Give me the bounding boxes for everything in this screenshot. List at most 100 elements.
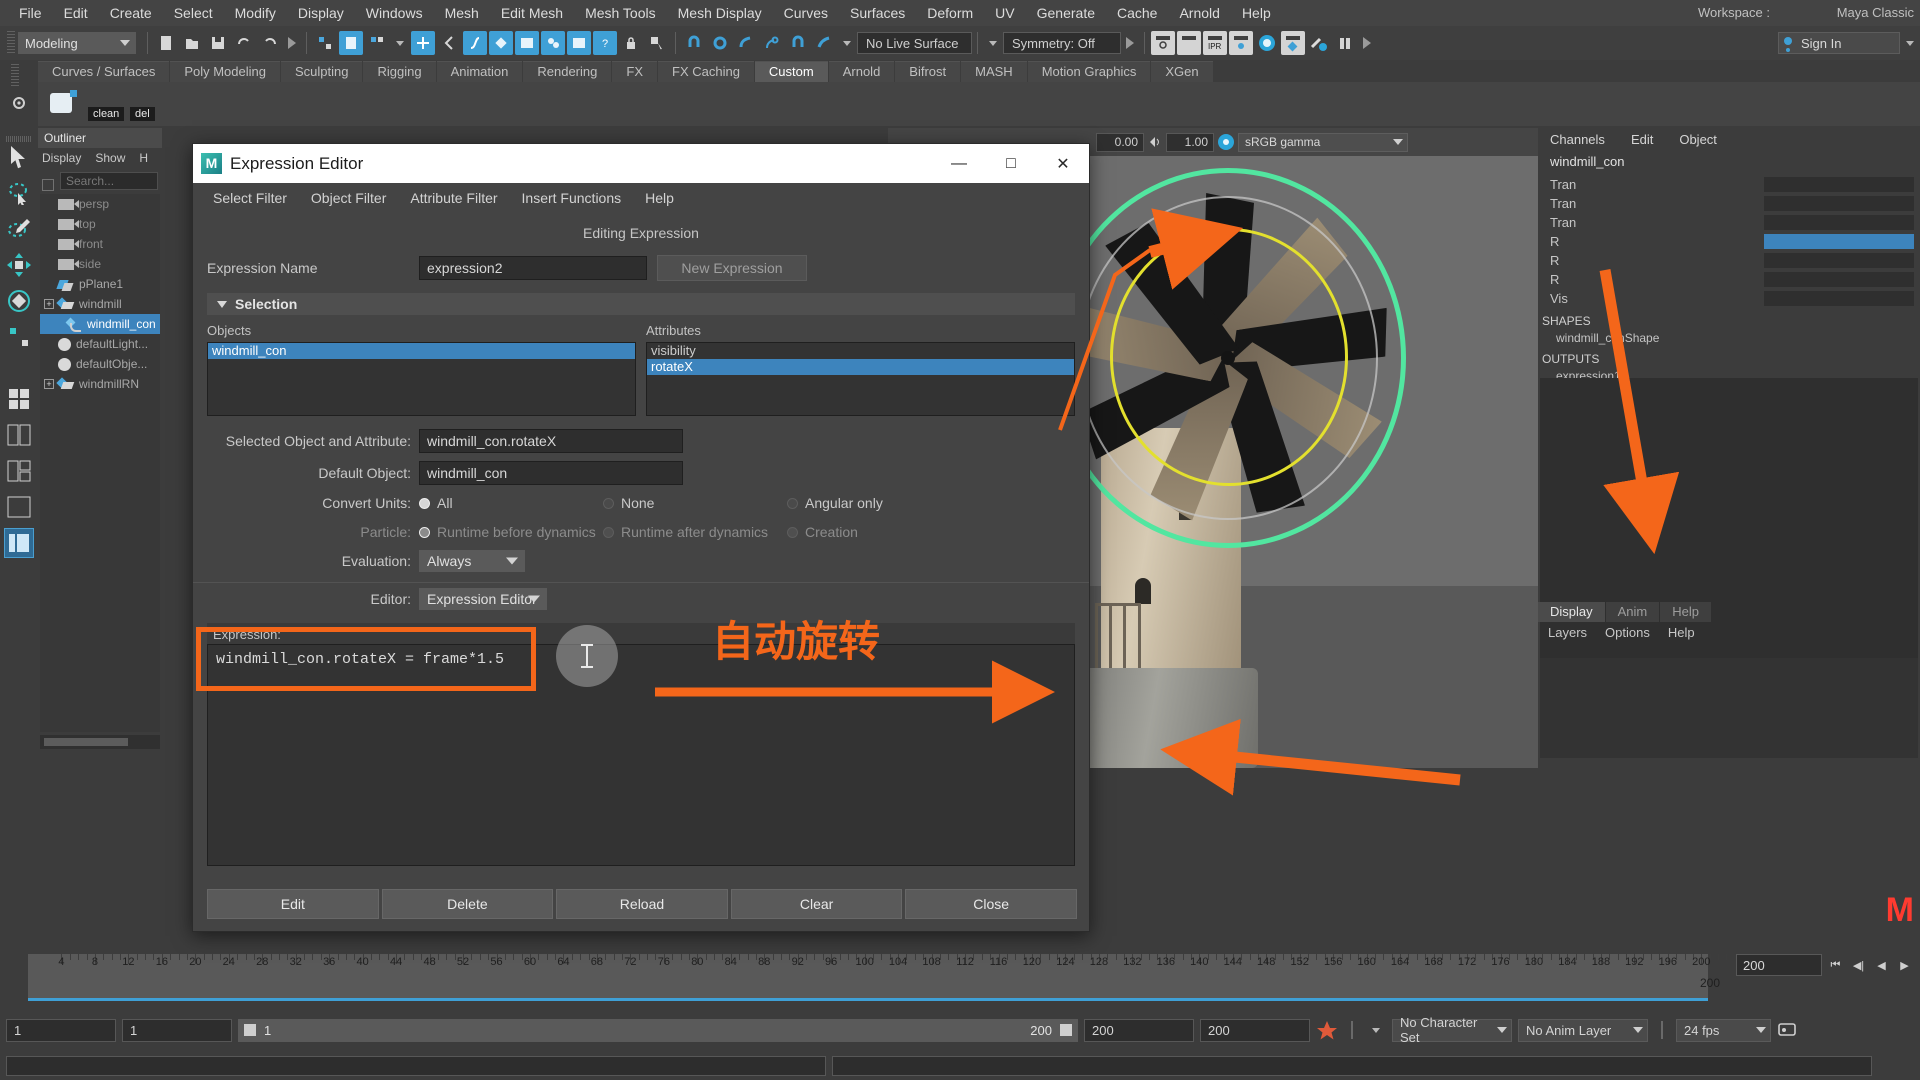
chevron-down-icon[interactable] — [1906, 40, 1914, 46]
select-tool-icon[interactable] — [4, 142, 34, 172]
select-by-hierarchy-icon[interactable] — [313, 31, 337, 55]
dialog-menu-help[interactable]: Help — [633, 190, 686, 206]
evaluation-dropdown[interactable]: Always — [419, 550, 525, 572]
shelf-tab-rigging[interactable]: Rigging — [363, 61, 436, 82]
menu-item-curves[interactable]: Curves — [773, 0, 839, 26]
outliner-item-windmill[interactable]: + windmill — [40, 294, 160, 314]
shelf-tab-curves-surfaces[interactable]: Curves / Surfaces — [38, 61, 170, 82]
range-handle-left-icon[interactable] — [244, 1024, 256, 1036]
menu-item-select[interactable]: Select — [163, 0, 224, 26]
shelf-tab-arnold[interactable]: Arnold — [828, 61, 895, 82]
range-start-field[interactable]: 1 — [6, 1018, 116, 1042]
shelf-grip[interactable] — [11, 64, 19, 88]
expression-textarea[interactable]: windmill_con.rotateX = frame*1.5 — [207, 644, 1075, 866]
snap-togglemag-icon[interactable] — [786, 31, 810, 55]
playback-start-field[interactable]: 1 — [122, 1018, 232, 1042]
channel-value[interactable] — [1764, 177, 1914, 192]
render-view-icon[interactable] — [515, 31, 539, 55]
layer-menu-layers[interactable]: Layers — [1548, 625, 1587, 640]
gamma-field[interactable]: 1.00 — [1166, 132, 1214, 152]
snap-along-curve-icon[interactable] — [812, 31, 836, 55]
layer-tab-display[interactable]: Display — [1538, 602, 1605, 622]
time-slider-track[interactable]: 4 8 12 16 20 24 28 32 36 40 44 48 52 56 60 64 68 72 76 80 84… — [28, 954, 1728, 998]
outliner-item-side[interactable]: side — [40, 254, 160, 274]
redo-icon[interactable] — [258, 31, 282, 55]
close-button[interactable]: Close — [905, 889, 1077, 919]
expand-plus-icon[interactable]: + — [44, 299, 54, 309]
convert-units-option-none[interactable]: None — [603, 495, 787, 511]
playback-end-field[interactable]: 200 — [1084, 1018, 1194, 1042]
expression-name-input[interactable]: expression2 — [419, 256, 647, 280]
menu-item-file[interactable]: File — [8, 0, 53, 26]
shelf-item-plane-icon[interactable] — [46, 87, 80, 121]
snap-to-grid-icon[interactable] — [411, 31, 435, 55]
snap-to-curve-icon[interactable] — [437, 31, 461, 55]
shelf-item-clean[interactable]: clean — [88, 87, 125, 121]
expand-arrow-icon[interactable] — [288, 37, 296, 49]
expand-arrow-icon[interactable] — [1126, 37, 1134, 49]
channel-box-menu-edit[interactable]: Edit — [1631, 132, 1653, 147]
menu-item-mesh-display[interactable]: Mesh Display — [667, 0, 773, 26]
colorspace-dropdown[interactable]: sRGB gamma — [1238, 132, 1408, 152]
outliner-item-top[interactable]: top — [40, 214, 160, 234]
undo-icon[interactable] — [232, 31, 256, 55]
search-icon[interactable] — [42, 179, 54, 191]
outliner-menu-show[interactable]: Show — [95, 151, 125, 165]
chevron-down-icon[interactable] — [989, 40, 997, 46]
ipr-render-icon[interactable]: IPR — [1203, 31, 1227, 55]
menu-item-edit-mesh[interactable]: Edit Mesh — [490, 0, 574, 26]
menu-item-arnold[interactable]: Arnold — [1168, 0, 1230, 26]
menu-item-help[interactable]: Help — [1231, 0, 1282, 26]
display-layer-list[interactable] — [1540, 658, 1918, 758]
fps-dropdown[interactable]: 24 fps — [1676, 1018, 1771, 1042]
channel-value[interactable] — [1764, 196, 1914, 211]
edit-button[interactable]: Edit — [207, 889, 379, 919]
menu-item-modify[interactable]: Modify — [224, 0, 287, 26]
outliner-item-pplane1[interactable]: pPlane1 — [40, 274, 160, 294]
shelf-tab-mash[interactable]: MASH — [961, 61, 1027, 82]
live-surface-field[interactable]: No Live Surface — [857, 32, 972, 54]
shelf-tab-custom[interactable]: Custom — [754, 61, 828, 82]
channel-value-selected[interactable] — [1764, 234, 1914, 249]
render-settings-window-icon[interactable] — [1229, 31, 1253, 55]
menu-item-generate[interactable]: Generate — [1026, 0, 1106, 26]
outliner-item-front[interactable]: front — [40, 234, 160, 254]
menu-item-edit[interactable]: Edit — [53, 0, 99, 26]
range-end-field[interactable]: 200 — [1200, 1018, 1310, 1042]
sign-in-button[interactable]: Sign In — [1778, 32, 1900, 54]
scale-tool-icon[interactable] — [4, 322, 34, 352]
rotate-tool-icon[interactable] — [4, 286, 34, 316]
save-scene-icon[interactable] — [206, 31, 230, 55]
layout-outliner-persp-icon[interactable] — [4, 528, 34, 558]
toolbar-grip[interactable] — [7, 31, 15, 55]
hypershade-window-icon[interactable] — [1281, 31, 1305, 55]
layout-single-pane-icon[interactable] — [4, 492, 34, 522]
menu-item-surfaces[interactable]: Surfaces — [839, 0, 916, 26]
outliner-item-default-object-set[interactable]: defaultObje... — [40, 354, 160, 374]
command-response-field[interactable] — [832, 1056, 1872, 1076]
expression-editor-dialog[interactable]: M Expression Editor — □ ✕ Select Filter … — [192, 143, 1090, 932]
mel-command-input[interactable] — [6, 1056, 826, 1076]
outliner-item-windmill-con[interactable]: windmill_con — [40, 314, 160, 334]
menu-item-create[interactable]: Create — [99, 0, 163, 26]
color-management-icon[interactable] — [1218, 134, 1234, 150]
selection-section-header[interactable]: Selection — [207, 293, 1075, 315]
shelf-tab-motion-graphics[interactable]: Motion Graphics — [1027, 61, 1151, 82]
channel-value[interactable] — [1764, 272, 1914, 287]
menu-set-dropdown[interactable]: Modeling — [18, 32, 136, 54]
dialog-menu-attribute-filter[interactable]: Attribute Filter — [398, 190, 509, 206]
layer-tab-help[interactable]: Help — [1660, 602, 1711, 622]
new-scene-icon[interactable] — [154, 31, 178, 55]
layout-three-pane-icon[interactable] — [4, 456, 34, 486]
convert-units-option-angular[interactable]: Angular only — [787, 495, 883, 511]
lasso-tool-icon[interactable] — [4, 178, 34, 208]
new-expression-button[interactable]: New Expression — [657, 255, 807, 281]
open-scene-icon[interactable] — [180, 31, 204, 55]
range-bar[interactable]: 1 200 — [238, 1018, 1078, 1042]
toolbox-grip[interactable] — [6, 136, 32, 142]
chevron-down-icon[interactable] — [843, 40, 851, 46]
poly-shelf-grid-icon[interactable] — [4, 384, 34, 414]
layout-two-pane-icon[interactable] — [4, 420, 34, 450]
objects-list-item[interactable]: windmill_con — [208, 343, 635, 359]
outliner-item-windmill-rn[interactable]: + windmillRN — [40, 374, 160, 394]
